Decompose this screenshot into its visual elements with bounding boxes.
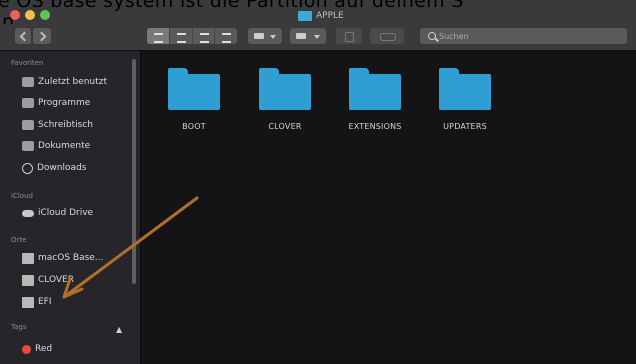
sidebar-item-icloud-drive[interactable]: iCloud Drive — [22, 206, 93, 220]
view-columns-button[interactable] — [193, 28, 216, 44]
folder-clover[interactable]: CLOVER — [259, 66, 311, 131]
sidebar-section-icloud: iCloud — [11, 192, 33, 200]
sidebar-item-label: iCloud Drive — [38, 208, 94, 218]
share-button[interactable] — [336, 28, 362, 44]
sidebar-section-places: Orte — [11, 236, 27, 244]
sidebar-item-macos-base[interactable]: macOS Base... — [22, 251, 103, 265]
disk-icon — [22, 296, 34, 308]
disk-icon — [22, 252, 34, 264]
desktop-icon — [22, 120, 34, 130]
cloud-icon — [22, 209, 34, 217]
view-list-button[interactable] — [170, 28, 193, 44]
back-button[interactable] — [15, 28, 31, 44]
sidebar-item-label: CLOVER — [38, 275, 74, 285]
search-icon — [428, 32, 436, 40]
folder-extensions[interactable]: EXTENSIONS — [348, 66, 401, 131]
sidebar: Favoriten Zuletzt benutzt Programme Schr… — [0, 51, 141, 364]
folder-icon — [259, 68, 311, 110]
sidebar-section-tags: Tags — [11, 323, 27, 331]
overlay-line-1: e OS base system ist die Partition auf d… — [0, 0, 464, 12]
search-placeholder: Suchen — [439, 31, 469, 41]
sidebar-item-clover[interactable]: CLOVER — [22, 273, 74, 287]
sidebar-scrollbar[interactable] — [132, 59, 136, 284]
overlay-line-2: n — [2, 11, 15, 24]
apps-icon — [22, 98, 34, 108]
sidebar-item-label: Downloads — [37, 163, 87, 173]
sidebar-item-label: Dokumente — [38, 141, 91, 151]
folder-label: UPDATERS — [443, 122, 487, 131]
finder-content: BOOT CLOVER EXTENSIONS UPDATERS — [141, 51, 636, 364]
folder-icon — [168, 68, 220, 110]
view-mode-segmented-control[interactable] — [147, 28, 237, 44]
tags-button[interactable] — [370, 28, 404, 44]
sidebar-item-documents[interactable]: Dokumente — [22, 139, 90, 153]
folder-boot[interactable]: BOOT — [168, 66, 220, 131]
clock-icon — [22, 77, 34, 87]
sidebar-item-label: Programme — [38, 98, 91, 108]
sidebar-item-label: EFI — [38, 297, 52, 307]
sidebar-item-label: macOS Base... — [38, 253, 104, 263]
sidebar-item-efi[interactable]: EFI — [22, 295, 52, 309]
disk-icon — [22, 274, 34, 286]
folder-updaters[interactable]: UPDATERS — [439, 66, 491, 131]
group-button[interactable] — [248, 28, 282, 44]
finder-window: APPLE Suchen Favoriten Zuletzt benutzt P… — [0, 0, 636, 364]
sidebar-item-desktop[interactable]: Schreibtisch — [22, 118, 93, 132]
search-field[interactable]: Suchen — [420, 28, 627, 44]
folder-icon — [439, 68, 491, 110]
action-gear-button[interactable] — [290, 28, 326, 44]
sidebar-item-downloads[interactable]: Downloads — [22, 161, 86, 175]
sidebar-item-label: Zuletzt benutzt — [38, 77, 107, 87]
view-gallery-button[interactable] — [215, 28, 237, 44]
sidebar-section-favorites: Favoriten — [11, 59, 44, 67]
sidebar-item-applications[interactable]: Programme — [22, 96, 90, 110]
sidebar-item-label: Schreibtisch — [38, 120, 93, 130]
sidebar-item-recents[interactable]: Zuletzt benutzt — [22, 75, 107, 89]
view-icons-button[interactable] — [147, 28, 170, 44]
overlay-caption-text: e OS base system ist die Partition auf d… — [0, 0, 636, 24]
sidebar-item-label: Red — [35, 344, 53, 354]
document-icon — [22, 141, 34, 151]
eject-icon[interactable]: ▲ — [116, 326, 124, 334]
red-tag-dot — [22, 344, 31, 354]
folder-icon — [349, 68, 401, 110]
download-icon — [22, 162, 33, 174]
sidebar-item-tag-red[interactable]: Red — [22, 342, 52, 356]
forward-button[interactable] — [33, 28, 51, 44]
